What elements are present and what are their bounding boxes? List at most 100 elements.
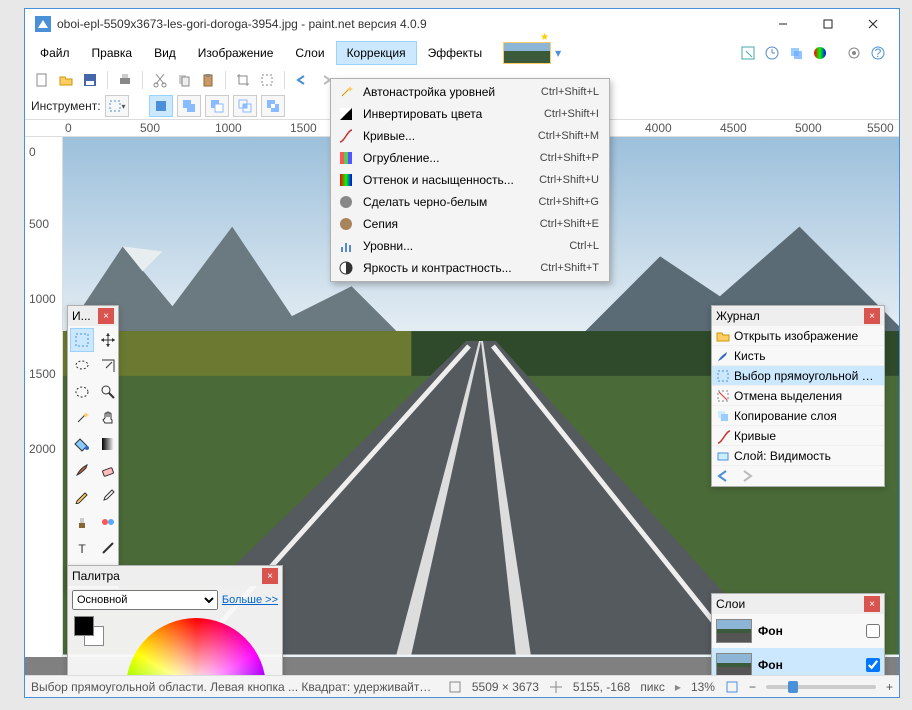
menu-layers[interactable]: Слои <box>284 41 335 65</box>
vertical-ruler: 0 500 1000 1500 2000 <box>25 137 63 657</box>
posterize-icon <box>335 149 357 167</box>
open-icon <box>716 329 730 343</box>
tool-brush[interactable] <box>70 458 94 482</box>
menu-item-сепия[interactable]: СепияCtrl+Shift+E <box>331 213 609 235</box>
invert-icon <box>335 105 357 123</box>
tools-panel: И... × T <box>67 305 119 589</box>
tool-lasso[interactable] <box>70 354 94 378</box>
cut-button[interactable] <box>149 69 171 91</box>
undo-button[interactable] <box>291 69 313 91</box>
status-bar: Выбор прямоугольной области. Левая кнопк… <box>25 675 899 697</box>
layers-panel-close[interactable]: × <box>864 596 880 612</box>
history-item[interactable]: Кисть <box>712 346 884 366</box>
history-item[interactable]: Копирование слоя <box>712 406 884 426</box>
menu-item-кривые[interactable]: Кривые...Ctrl+Shift+M <box>331 125 609 147</box>
menu-image[interactable]: Изображение <box>187 41 285 65</box>
tool-picker[interactable] <box>96 484 120 508</box>
menu-item-уровни[interactable]: Уровни...Ctrl+L <box>331 235 609 257</box>
levels-icon <box>335 237 357 255</box>
tool-zoom[interactable] <box>96 380 120 404</box>
tool-gradient[interactable] <box>96 432 120 456</box>
menu-item-оттенокинасыщенность[interactable]: Оттенок и насыщенность...Ctrl+Shift+U <box>331 169 609 191</box>
rectsel-icon <box>716 369 730 383</box>
crop-button[interactable] <box>232 69 254 91</box>
fit-window-icon[interactable] <box>725 680 739 694</box>
thumbnail-dropdown-icon[interactable]: ▾ <box>555 46 561 60</box>
menu-item-огрубление[interactable]: Огрубление...Ctrl+Shift+P <box>331 147 609 169</box>
copy-button[interactable] <box>173 69 195 91</box>
tool-fill[interactable] <box>70 432 94 456</box>
history-item[interactable]: Слой: Видимость <box>712 446 884 466</box>
layers-window-toggle[interactable] <box>785 42 807 64</box>
layer-visibility-checkbox[interactable] <box>866 624 880 638</box>
colors-panel: Палитра × Основной Больше >> <box>67 565 283 675</box>
history-panel-close[interactable]: × <box>864 308 880 324</box>
tool-clone[interactable] <box>70 510 94 534</box>
open-file-button[interactable] <box>55 69 77 91</box>
color-swatches[interactable] <box>74 616 104 646</box>
menu-item-инвертироватьцвета[interactable]: Инвертировать цветаCtrl+Shift+I <box>331 103 609 125</box>
zoom-in-icon[interactable]: + <box>886 680 893 694</box>
menu-edit[interactable]: Правка <box>81 41 144 65</box>
minimize-button[interactable] <box>760 10 805 38</box>
history-item[interactable]: Кривые <box>712 426 884 446</box>
tool-move-selection[interactable] <box>96 354 120 378</box>
tool-eraser[interactable] <box>96 458 120 482</box>
paste-button[interactable] <box>197 69 219 91</box>
selmode-subtract[interactable] <box>205 95 229 117</box>
tool-move[interactable] <box>96 328 120 352</box>
color-wheel[interactable] <box>126 618 266 675</box>
menu-view[interactable]: Вид <box>143 41 187 65</box>
history-item[interactable]: Отмена выделения <box>712 386 884 406</box>
layer-row[interactable]: Фон <box>712 648 884 675</box>
menu-adjustments[interactable]: Коррекция <box>336 41 417 65</box>
menu-item-автонастройкауровней[interactable]: Автонастройка уровнейCtrl+Shift+L <box>331 81 609 103</box>
status-unit[interactable]: пикс <box>640 680 665 694</box>
history-item[interactable]: Выбор прямоугольной области <box>712 366 884 386</box>
zoom-slider[interactable] <box>766 685 876 689</box>
history-undo-button[interactable] <box>716 469 734 483</box>
print-button[interactable] <box>114 69 136 91</box>
layers-panel-title: Слои <box>716 597 745 611</box>
settings-icon[interactable] <box>843 42 865 64</box>
close-button[interactable] <box>850 10 895 38</box>
tools-window-toggle[interactable] <box>737 42 759 64</box>
history-window-toggle[interactable] <box>761 42 783 64</box>
menu-file[interactable]: Файл <box>29 41 81 65</box>
tool-text[interactable]: T <box>70 536 94 560</box>
tool-magic-wand[interactable] <box>70 406 94 430</box>
zoom-out-icon[interactable]: − <box>749 680 756 694</box>
layer-visibility-checkbox[interactable] <box>866 658 880 672</box>
colors-panel-close[interactable]: × <box>262 568 278 584</box>
more-colors-link[interactable]: Больше >> <box>222 594 278 606</box>
layer-row[interactable]: Фон <box>712 614 884 648</box>
menu-effects[interactable]: Эффекты <box>417 41 494 65</box>
history-item[interactable]: Открыть изображение <box>712 326 884 346</box>
menu-item-яркостьиконтрастность[interactable]: Яркость и контрастность...Ctrl+Shift+T <box>331 257 609 279</box>
tool-ellipse-select[interactable] <box>70 380 94 404</box>
foreground-swatch[interactable] <box>74 616 94 636</box>
help-icon[interactable]: ? <box>867 42 889 64</box>
selmode-xor[interactable] <box>261 95 285 117</box>
layers-panel: Слои × ФонФон <box>711 593 885 675</box>
cursor-icon <box>549 680 563 694</box>
tool-line[interactable] <box>96 536 120 560</box>
selmode-replace[interactable] <box>149 95 173 117</box>
history-redo-button[interactable] <box>740 469 758 483</box>
color-role-select[interactable]: Основной <box>72 590 218 610</box>
tool-rect-select[interactable] <box>70 328 94 352</box>
tool-pencil[interactable] <box>70 484 94 508</box>
selmode-intersect[interactable] <box>233 95 257 117</box>
document-thumbnail[interactable] <box>503 42 551 64</box>
new-file-button[interactable] <box>31 69 53 91</box>
save-button[interactable] <box>79 69 101 91</box>
current-tool-dropdown[interactable]: ▾ <box>105 95 129 117</box>
colors-window-toggle[interactable] <box>809 42 831 64</box>
maximize-button[interactable] <box>805 10 850 38</box>
tools-panel-close[interactable]: × <box>98 308 114 324</box>
tool-pan[interactable] <box>96 406 120 430</box>
tool-recolor[interactable] <box>96 510 120 534</box>
selmode-add[interactable] <box>177 95 201 117</box>
menu-item-сделатьчернобелым[interactable]: Сделать черно-белымCtrl+Shift+G <box>331 191 609 213</box>
deselect-button[interactable] <box>256 69 278 91</box>
